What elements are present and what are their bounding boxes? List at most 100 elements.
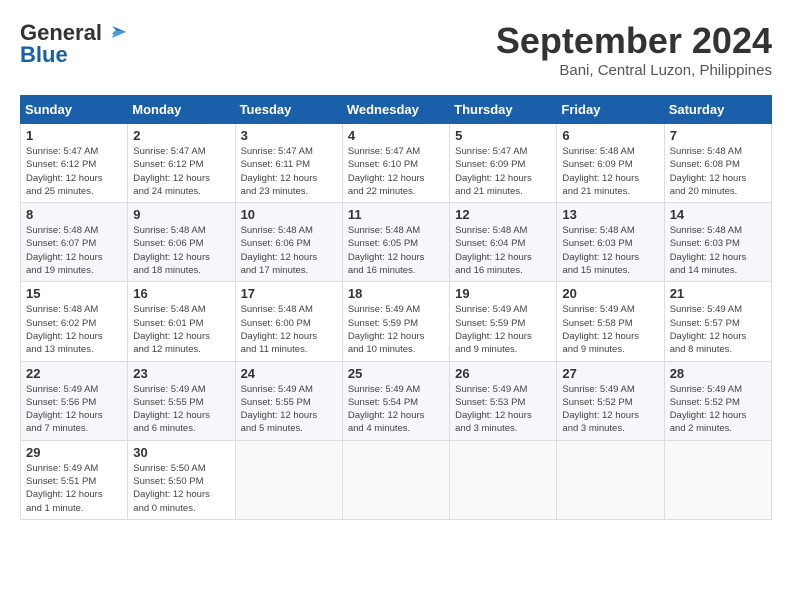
- page-header: General Blue September 2024 Bani, Centra…: [20, 20, 772, 79]
- day-info: Sunrise: 5:48 AM Sunset: 6:02 PM Dayligh…: [26, 303, 122, 356]
- calendar-cell: 21 Sunrise: 5:49 AM Sunset: 5:57 PM Dayli…: [664, 282, 771, 361]
- day-info: Sunrise: 5:47 AM Sunset: 6:09 PM Dayligh…: [455, 145, 551, 198]
- day-info: Sunrise: 5:47 AM Sunset: 6:12 PM Dayligh…: [133, 145, 229, 198]
- day-number: 3: [241, 128, 337, 143]
- logo-bird-icon: [104, 24, 126, 42]
- day-info: Sunrise: 5:47 AM Sunset: 6:12 PM Dayligh…: [26, 145, 122, 198]
- calendar-cell: 8 Sunrise: 5:48 AM Sunset: 6:07 PM Daylig…: [21, 203, 128, 282]
- day-number: 14: [670, 207, 766, 222]
- day-info: Sunrise: 5:49 AM Sunset: 5:51 PM Dayligh…: [26, 462, 122, 515]
- day-number: 17: [241, 286, 337, 301]
- day-info: Sunrise: 5:48 AM Sunset: 6:05 PM Dayligh…: [348, 224, 444, 277]
- day-number: 6: [562, 128, 658, 143]
- day-number: 19: [455, 286, 551, 301]
- calendar-cell: [450, 440, 557, 519]
- day-info: Sunrise: 5:48 AM Sunset: 6:09 PM Dayligh…: [562, 145, 658, 198]
- day-number: 21: [670, 286, 766, 301]
- calendar-cell: 23 Sunrise: 5:49 AM Sunset: 5:55 PM Dayli…: [128, 361, 235, 440]
- day-number: 5: [455, 128, 551, 143]
- day-info: Sunrise: 5:50 AM Sunset: 5:50 PM Dayligh…: [133, 462, 229, 515]
- day-number: 11: [348, 207, 444, 222]
- calendar-cell: 16Sunrise: 5:48 AM Sunset: 6:01 PM Dayli…: [128, 282, 235, 361]
- day-number: 28: [670, 366, 766, 381]
- calendar-cell: 6 Sunrise: 5:48 AM Sunset: 6:09 PM Daylig…: [557, 124, 664, 203]
- calendar-cell: [342, 440, 449, 519]
- day-number: 18: [348, 286, 444, 301]
- day-number: 25: [348, 366, 444, 381]
- calendar-cell: 2 Sunrise: 5:47 AM Sunset: 6:12 PM Daylig…: [128, 124, 235, 203]
- calendar-cell: 10 Sunrise: 5:48 AM Sunset: 6:06 PM Dayli…: [235, 203, 342, 282]
- day-info: Sunrise: 5:47 AM Sunset: 6:11 PM Dayligh…: [241, 145, 337, 198]
- day-number: 2: [133, 128, 229, 143]
- calendar-cell: 13 Sunrise: 5:48 AM Sunset: 6:03 PM Dayli…: [557, 203, 664, 282]
- day-info: Sunrise: 5:48 AM Sunset: 6:07 PM Dayligh…: [26, 224, 122, 277]
- calendar-table: SundayMondayTuesdayWednesdayThursdayFrid…: [20, 95, 772, 520]
- day-info: Sunrise: 5:49 AM Sunset: 5:55 PM Dayligh…: [241, 383, 337, 436]
- day-number: 10: [241, 207, 337, 222]
- calendar-week-4: 22Sunrise: 5:49 AM Sunset: 5:56 PM Dayli…: [21, 361, 772, 440]
- day-number: 1: [26, 128, 122, 143]
- day-number: 16: [133, 286, 229, 301]
- logo: General Blue: [20, 20, 126, 68]
- day-info: Sunrise: 5:48 AM Sunset: 6:03 PM Dayligh…: [562, 224, 658, 277]
- day-info: Sunrise: 5:48 AM Sunset: 6:03 PM Dayligh…: [670, 224, 766, 277]
- calendar-cell: 11 Sunrise: 5:48 AM Sunset: 6:05 PM Dayli…: [342, 203, 449, 282]
- day-number: 8: [26, 207, 122, 222]
- day-number: 13: [562, 207, 658, 222]
- calendar-cell: [664, 440, 771, 519]
- calendar-cell: 12 Sunrise: 5:48 AM Sunset: 6:04 PM Dayli…: [450, 203, 557, 282]
- calendar-week-1: 1 Sunrise: 5:47 AM Sunset: 6:12 PM Daylig…: [21, 124, 772, 203]
- calendar-cell: 22Sunrise: 5:49 AM Sunset: 5:56 PM Dayli…: [21, 361, 128, 440]
- day-info: Sunrise: 5:49 AM Sunset: 5:53 PM Dayligh…: [455, 383, 551, 436]
- calendar-week-2: 8 Sunrise: 5:48 AM Sunset: 6:07 PM Daylig…: [21, 203, 772, 282]
- weekday-header-sunday: Sunday: [21, 96, 128, 124]
- calendar-cell: 4 Sunrise: 5:47 AM Sunset: 6:10 PM Daylig…: [342, 124, 449, 203]
- day-info: Sunrise: 5:49 AM Sunset: 5:52 PM Dayligh…: [670, 383, 766, 436]
- calendar-header-row: SundayMondayTuesdayWednesdayThursdayFrid…: [21, 96, 772, 124]
- calendar-cell: 14 Sunrise: 5:48 AM Sunset: 6:03 PM Dayli…: [664, 203, 771, 282]
- calendar-cell: 27 Sunrise: 5:49 AM Sunset: 5:52 PM Dayli…: [557, 361, 664, 440]
- calendar-cell: 3 Sunrise: 5:47 AM Sunset: 6:11 PM Daylig…: [235, 124, 342, 203]
- weekday-header-friday: Friday: [557, 96, 664, 124]
- day-number: 29: [26, 445, 122, 460]
- calendar-cell: 19 Sunrise: 5:49 AM Sunset: 5:59 PM Dayli…: [450, 282, 557, 361]
- day-number: 30: [133, 445, 229, 460]
- weekday-header-wednesday: Wednesday: [342, 96, 449, 124]
- day-info: Sunrise: 5:48 AM Sunset: 6:06 PM Dayligh…: [241, 224, 337, 277]
- day-number: 15: [26, 286, 122, 301]
- weekday-header-saturday: Saturday: [664, 96, 771, 124]
- day-info: Sunrise: 5:48 AM Sunset: 6:06 PM Dayligh…: [133, 224, 229, 277]
- calendar-cell: 25Sunrise: 5:49 AM Sunset: 5:54 PM Dayli…: [342, 361, 449, 440]
- calendar-cell: 30 Sunrise: 5:50 AM Sunset: 5:50 PM Dayli…: [128, 440, 235, 519]
- calendar-cell: 28 Sunrise: 5:49 AM Sunset: 5:52 PM Dayli…: [664, 361, 771, 440]
- calendar-cell: 29 Sunrise: 5:49 AM Sunset: 5:51 PM Dayli…: [21, 440, 128, 519]
- calendar-cell: 9Sunrise: 5:48 AM Sunset: 6:06 PM Daylig…: [128, 203, 235, 282]
- day-number: 23: [133, 366, 229, 381]
- month-title: September 2024: [496, 20, 772, 62]
- day-number: 26: [455, 366, 551, 381]
- day-info: Sunrise: 5:49 AM Sunset: 5:59 PM Dayligh…: [348, 303, 444, 356]
- day-info: Sunrise: 5:48 AM Sunset: 6:04 PM Dayligh…: [455, 224, 551, 277]
- location: Bani, Central Luzon, Philippines: [496, 62, 772, 79]
- logo-blue: Blue: [20, 42, 68, 68]
- day-info: Sunrise: 5:49 AM Sunset: 5:52 PM Dayligh…: [562, 383, 658, 436]
- calendar-cell: 5 Sunrise: 5:47 AM Sunset: 6:09 PM Daylig…: [450, 124, 557, 203]
- calendar-week-3: 15 Sunrise: 5:48 AM Sunset: 6:02 PM Dayli…: [21, 282, 772, 361]
- calendar-body: 1 Sunrise: 5:47 AM Sunset: 6:12 PM Daylig…: [21, 124, 772, 520]
- title-area: September 2024 Bani, Central Luzon, Phil…: [496, 20, 772, 79]
- day-number: 24: [241, 366, 337, 381]
- calendar-cell: 26 Sunrise: 5:49 AM Sunset: 5:53 PM Dayli…: [450, 361, 557, 440]
- day-number: 27: [562, 366, 658, 381]
- day-info: Sunrise: 5:49 AM Sunset: 5:55 PM Dayligh…: [133, 383, 229, 436]
- day-info: Sunrise: 5:49 AM Sunset: 5:59 PM Dayligh…: [455, 303, 551, 356]
- calendar-week-5: 29 Sunrise: 5:49 AM Sunset: 5:51 PM Dayli…: [21, 440, 772, 519]
- day-info: Sunrise: 5:48 AM Sunset: 6:08 PM Dayligh…: [670, 145, 766, 198]
- calendar-cell: [557, 440, 664, 519]
- day-number: 4: [348, 128, 444, 143]
- calendar-cell: [235, 440, 342, 519]
- day-info: Sunrise: 5:47 AM Sunset: 6:10 PM Dayligh…: [348, 145, 444, 198]
- calendar-cell: 20Sunrise: 5:49 AM Sunset: 5:58 PM Dayli…: [557, 282, 664, 361]
- day-info: Sunrise: 5:49 AM Sunset: 5:57 PM Dayligh…: [670, 303, 766, 356]
- day-number: 12: [455, 207, 551, 222]
- calendar-cell: 15 Sunrise: 5:48 AM Sunset: 6:02 PM Dayli…: [21, 282, 128, 361]
